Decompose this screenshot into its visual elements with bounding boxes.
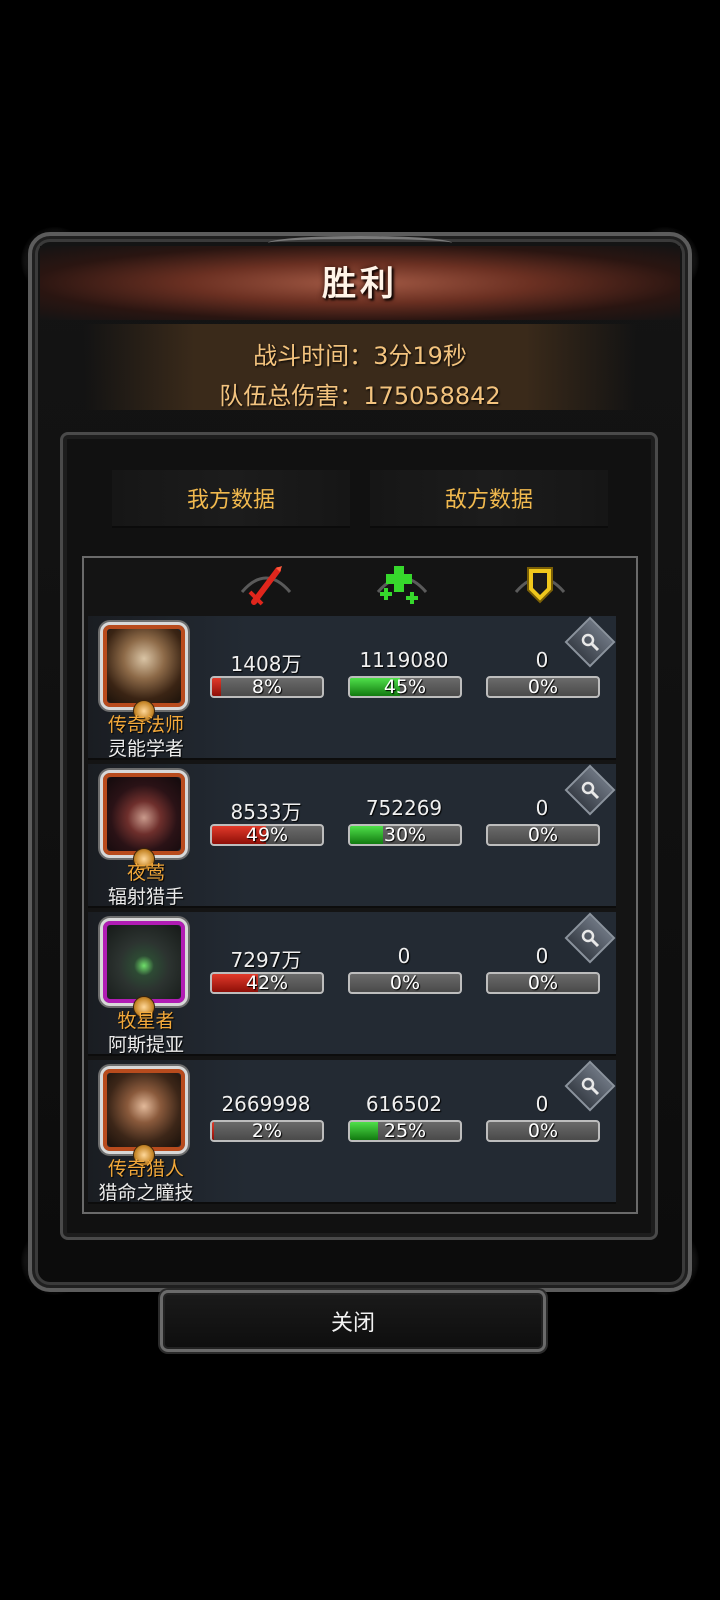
hero-class: 牧星者 [117,1010,175,1032]
heal-percent-bar: 25% [348,1120,462,1142]
hero-row: 传奇猎人 猎命之瞳技 2669998 616502 0 2% 25% 0% [88,1060,616,1204]
title-ornament [268,236,452,250]
magnifier-icon [580,780,600,800]
damage-percent-bar: 2% [210,1120,324,1142]
hero-name: 猎命之瞳技 [98,1182,194,1204]
team-total-damage: 队伍总伤害：175058842 [219,382,501,410]
hero-name: 阿斯提亚 [107,1034,184,1056]
damage-percent-bar: 42% [210,972,324,994]
heal-value: 616502 [365,1092,443,1116]
damage-percent-bar: 49% [210,824,324,846]
tab-our-data[interactable]: 我方数据 [112,470,350,528]
damage-value: 7297万 [230,948,302,972]
battle-time: 战斗时间：3分19秒 [253,342,467,370]
heal-percent-bar: 0% [348,972,462,994]
hero-portrait[interactable] [100,622,188,710]
victory-title: 胜利 [322,264,398,304]
heal-value: 1119080 [359,648,449,672]
hero-class: 夜莺 [126,862,165,884]
heal-value: 752269 [365,796,443,820]
hero-class: 传奇法师 [107,714,184,736]
hero-portrait[interactable] [100,1066,188,1154]
damage-value: 8533万 [230,800,302,824]
close-button[interactable]: 关闭 [160,1290,546,1352]
hero-name: 灵能学者 [107,738,184,760]
magnifier-icon [580,928,600,948]
tank-percent-bar: 0% [486,676,600,698]
hero-portrait[interactable] [100,770,188,858]
hero-class: 传奇猎人 [107,1158,184,1180]
heal-percent-bar: 45% [348,676,462,698]
heal-value: 0 [397,944,411,968]
tank-shield-icon [510,562,570,608]
heal-cross-icon [372,562,432,608]
tank-percent-bar: 0% [486,824,600,846]
hero-row: 牧星者 阿斯提亚 7297万 0 0 42% 0% 0% [88,912,616,1056]
tank-percent-bar: 0% [486,972,600,994]
magnifier-icon [580,632,600,652]
hero-portrait[interactable] [100,918,188,1006]
hero-name: 辐射猎手 [107,886,184,908]
magnifier-icon [580,1076,600,1096]
heal-percent-bar: 30% [348,824,462,846]
damage-sword-icon [236,562,296,608]
hero-row: 夜莺 辐射猎手 8533万 752269 0 49% 30% 0% [88,764,616,908]
damage-value: 2669998 [221,1092,311,1116]
tank-percent-bar: 0% [486,1120,600,1142]
tab-enemy-data[interactable]: 敌方数据 [370,470,608,528]
damage-value: 1408万 [230,652,302,676]
damage-percent-bar: 8% [210,676,324,698]
hero-row: 传奇法师 灵能学者 1408万 1119080 0 8% 45% 0% [88,616,616,760]
